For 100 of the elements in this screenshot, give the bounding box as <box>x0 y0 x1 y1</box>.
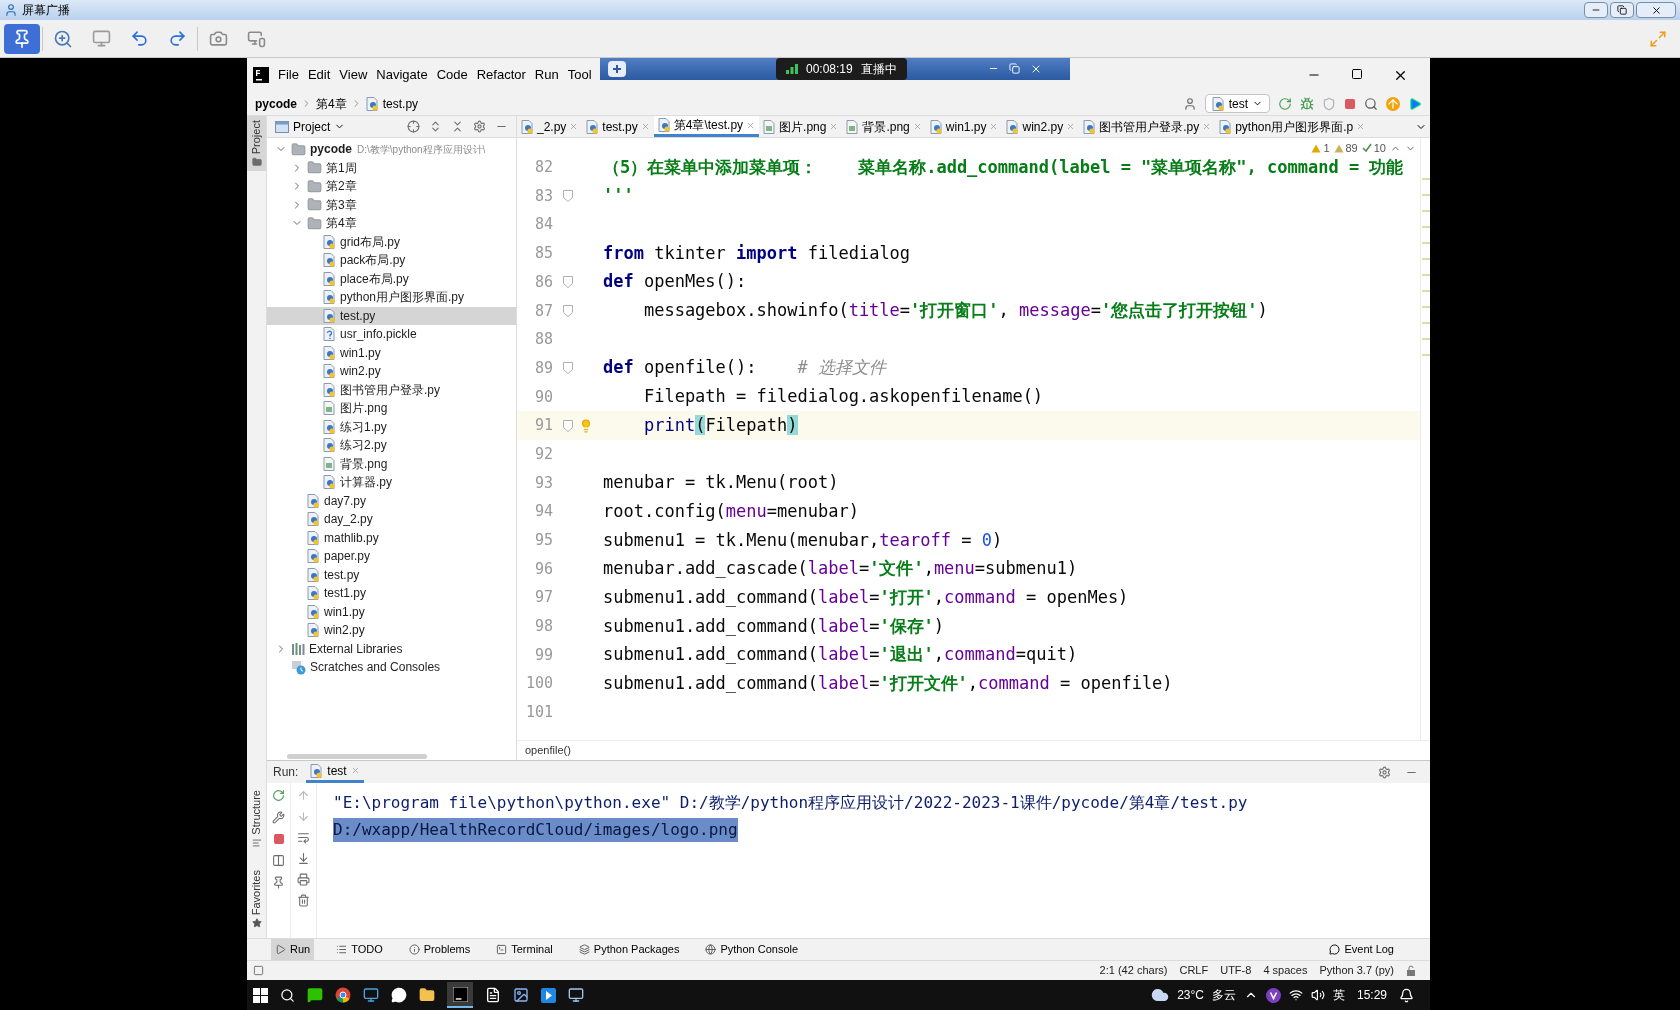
up-arrow-icon[interactable] <box>297 789 310 802</box>
panel-toggle-icon[interactable] <box>253 965 264 976</box>
notepad-icon[interactable] <box>485 987 501 1003</box>
collapse-all-icon[interactable] <box>451 120 464 133</box>
plus-button[interactable] <box>608 61 626 77</box>
pycharm-taskbar-button[interactable] <box>447 982 473 1008</box>
tree-item[interactable]: usr_info.pickle <box>267 325 516 344</box>
input-method[interactable]: 英 <box>1332 986 1345 1004</box>
editor-breadcrumb[interactable]: openfile() <box>525 742 571 759</box>
tree-item[interactable]: 第1周 <box>267 158 516 177</box>
menu-item[interactable]: Code <box>436 65 468 85</box>
play-icon[interactable] <box>1408 96 1422 111</box>
tree-item[interactable]: 第2章 <box>267 177 516 196</box>
menu-item[interactable]: File <box>278 65 299 85</box>
status-item[interactable]: CRLF <box>1179 962 1209 979</box>
editor-tab[interactable]: 第4章\test.py <box>653 116 760 137</box>
status-item[interactable]: 2:1 (42 chars) <box>1099 962 1168 979</box>
restore-button[interactable] <box>1610 2 1634 18</box>
scrollbar[interactable] <box>287 753 427 759</box>
run-config-dropdown[interactable]: test <box>1204 94 1270 113</box>
menu-item[interactable]: Tool <box>567 65 592 85</box>
tree-item[interactable]: 图书管用户登录.py <box>267 380 516 399</box>
tree-item[interactable]: win1.py <box>267 343 516 362</box>
tree-item[interactable]: 计算器.py <box>267 473 516 492</box>
play-app-icon[interactable] <box>541 987 556 1003</box>
editor-tab[interactable]: test.py <box>582 116 654 137</box>
app-icon[interactable] <box>1265 987 1281 1003</box>
editor-tab[interactable]: win1.py <box>925 116 1003 137</box>
tree-item[interactable]: win2.py <box>267 621 516 640</box>
folder-icon[interactable] <box>419 987 435 1003</box>
bug-icon[interactable] <box>1300 96 1314 111</box>
editor-tab[interactable]: win2.py <box>1002 116 1080 137</box>
pin-icon[interactable] <box>272 876 285 889</box>
tree-item[interactable]: 练习1.py <box>267 417 516 436</box>
tree-item[interactable]: External Libraries <box>267 639 516 658</box>
tool-window-tab[interactable]: Terminal <box>492 939 557 960</box>
maximize-icon[interactable] <box>1351 67 1363 80</box>
browser-icon[interactable] <box>335 987 351 1003</box>
tree-item[interactable]: 第4章 <box>267 214 516 233</box>
tree-item[interactable]: grid布局.py <box>267 232 516 251</box>
expand-all-icon[interactable] <box>429 120 442 133</box>
inspection-count[interactable]: 1 <box>1323 140 1330 157</box>
menu-item[interactable]: View <box>339 65 368 85</box>
pin-button[interactable] <box>4 23 40 54</box>
breadcrumb[interactable]: pycode <box>255 94 297 113</box>
tree-item[interactable]: python用户图形界面.py <box>267 288 516 307</box>
trash-icon[interactable] <box>297 894 310 907</box>
tree-item[interactable]: mathlib.py <box>267 528 516 547</box>
close-tab-icon[interactable] <box>746 120 756 130</box>
lightbulb-icon[interactable] <box>579 418 593 433</box>
rerun-icon[interactable] <box>272 789 285 802</box>
stop-icon[interactable] <box>1344 97 1356 110</box>
tree-item[interactable]: 背景.png <box>267 454 516 473</box>
breadcrumb[interactable]: test.py <box>382 94 419 113</box>
inspection-count[interactable]: 10 <box>1373 140 1386 157</box>
console-tab[interactable]: test <box>306 761 364 783</box>
rerun-icon[interactable] <box>1278 96 1292 111</box>
tree-item[interactable]: place布局.py <box>267 269 516 288</box>
tree-item[interactable]: 第3章 <box>267 195 516 214</box>
tree-item[interactable]: pycode D:\教学\python程序应用设计\ <box>267 140 516 159</box>
stop-icon[interactable] <box>272 833 285 845</box>
status-item[interactable]: UTF-8 <box>1220 962 1252 979</box>
settings-icon[interactable] <box>473 120 486 133</box>
editor-tab[interactable]: 图书管用户登录.py <box>1079 116 1216 137</box>
tree-item[interactable]: win1.py <box>267 602 516 621</box>
tree-item[interactable]: 图片.png <box>267 399 516 418</box>
clock[interactable]: 15:29 <box>1352 986 1391 1004</box>
tree-item[interactable]: test1.py <box>267 584 516 603</box>
user-icon[interactable] <box>1182 96 1197 111</box>
update-icon[interactable] <box>1386 96 1400 111</box>
print-icon[interactable] <box>297 873 310 886</box>
menu-item[interactable]: Edit <box>307 65 331 85</box>
editor-tab[interactable]: 图片.png <box>759 116 843 137</box>
tree-item[interactable]: day7.py <box>267 491 516 510</box>
tool-window-tab[interactable]: Run <box>271 939 315 960</box>
chat-app-icon[interactable] <box>307 987 323 1003</box>
paint-icon[interactable] <box>513 987 529 1003</box>
screen-app-icon[interactable] <box>568 987 584 1003</box>
tool-window-tab[interactable]: Python Console <box>701 939 803 960</box>
monitor-icon[interactable] <box>363 987 379 1003</box>
inspection-count[interactable]: 89 <box>1345 140 1358 157</box>
tree-item[interactable]: 练习2.py <box>267 436 516 455</box>
event-log-tab[interactable]: Event Log <box>1329 941 1394 958</box>
menu-item[interactable]: Refactor <box>476 65 526 85</box>
editor-tab[interactable]: 背景.png <box>842 116 926 137</box>
close-icon[interactable] <box>1030 63 1042 75</box>
tree-item[interactable]: Scratches and Consoles <box>267 658 516 677</box>
menu-item[interactable]: Navigate <box>376 65 428 85</box>
volume-icon[interactable] <box>1310 988 1325 1002</box>
breadcrumb[interactable]: 第4章 <box>316 94 347 113</box>
tree-item[interactable]: pack布局.py <box>267 251 516 270</box>
tree-item[interactable]: test.py <box>267 306 516 325</box>
speech-bubble-icon[interactable] <box>391 987 407 1003</box>
status-item[interactable]: Python 3.7 (py) <box>1319 962 1394 979</box>
notification-icon[interactable] <box>1399 987 1414 1003</box>
editor-tab[interactable]: _2.py <box>517 116 583 137</box>
status-item[interactable]: 4 spaces <box>1263 962 1308 979</box>
layout-icon[interactable] <box>272 854 285 867</box>
scroll-to-end-icon[interactable] <box>297 852 310 865</box>
restore-icon[interactable] <box>1009 63 1020 74</box>
